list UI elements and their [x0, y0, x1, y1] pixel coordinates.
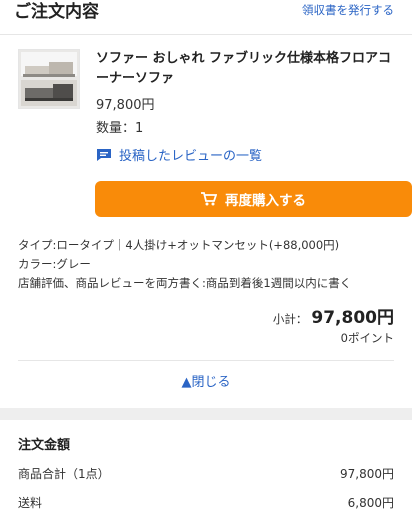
- totals-row-label: 商品合計（1点）: [18, 467, 110, 481]
- subtotal-value: 97,800円: [311, 308, 394, 328]
- page-title: ご注文内容: [14, 2, 99, 22]
- option-note: 店舗評価、商品レビューを両方書く:商品到着後1週間以内に書く: [18, 276, 352, 290]
- subtotal: 小計： 97,800円: [18, 303, 394, 328]
- points-value: 0ポイント: [340, 331, 394, 345]
- option-color: カラー:グレー: [18, 257, 91, 271]
- section-divider: [0, 408, 412, 420]
- order-options: タイプ:ロータイプ｜4人掛け+オットマンセット(+88,000円) カラー:グレ…: [18, 236, 394, 293]
- order-header: ご注文内容 領収書を発行する: [0, 0, 412, 26]
- totals-title: 注文金額: [18, 438, 71, 453]
- cart-icon: [201, 192, 217, 206]
- comment-icon: [97, 148, 111, 161]
- receipt-link[interactable]: 領収書を発行する: [302, 2, 394, 18]
- product-name[interactable]: ソファー おしゃれ ファブリック仕様本格フロアコーナーソファ: [96, 49, 394, 89]
- product-info: ソファー おしゃれ ファブリック仕様本格フロアコーナーソファ 97,800円 数…: [96, 49, 394, 164]
- subtotal-label: 小計：: [272, 312, 308, 326]
- product-price: 97,800円: [96, 98, 155, 113]
- rebuy-label: 再度購入する: [225, 193, 306, 209]
- totals-row: 商品合計（1点） 97,800円: [18, 465, 394, 482]
- rebuy-button[interactable]: 再度購入する: [95, 181, 412, 217]
- product-row: ソファー おしゃれ ファブリック仕様本格フロアコーナーソファ 97,800円 数…: [18, 49, 394, 164]
- option-type: タイプ:ロータイプ｜4人掛け+オットマンセット(+88,000円): [18, 238, 340, 252]
- product-thumbnail[interactable]: [18, 49, 80, 109]
- totals-row-label: 送料: [18, 496, 43, 510]
- product-quantity: 数量：1: [96, 121, 144, 136]
- order-totals: 注文金額 商品合計（1点） 97,800円 送料 6,800円: [0, 420, 412, 511]
- order-section: ソファー おしゃれ ファブリック仕様本格フロアコーナーソファ 97,800円 数…: [0, 34, 412, 346]
- review-list-label: 投稿したレビューの一覧: [119, 149, 263, 164]
- totals-row-value: 6,800円: [347, 496, 394, 510]
- totals-row: 送料 6,800円: [18, 494, 394, 511]
- close-link[interactable]: ▲閉じる: [18, 360, 394, 400]
- totals-row-value: 97,800円: [340, 467, 394, 481]
- review-list-link[interactable]: 投稿したレビューの一覧: [96, 145, 394, 164]
